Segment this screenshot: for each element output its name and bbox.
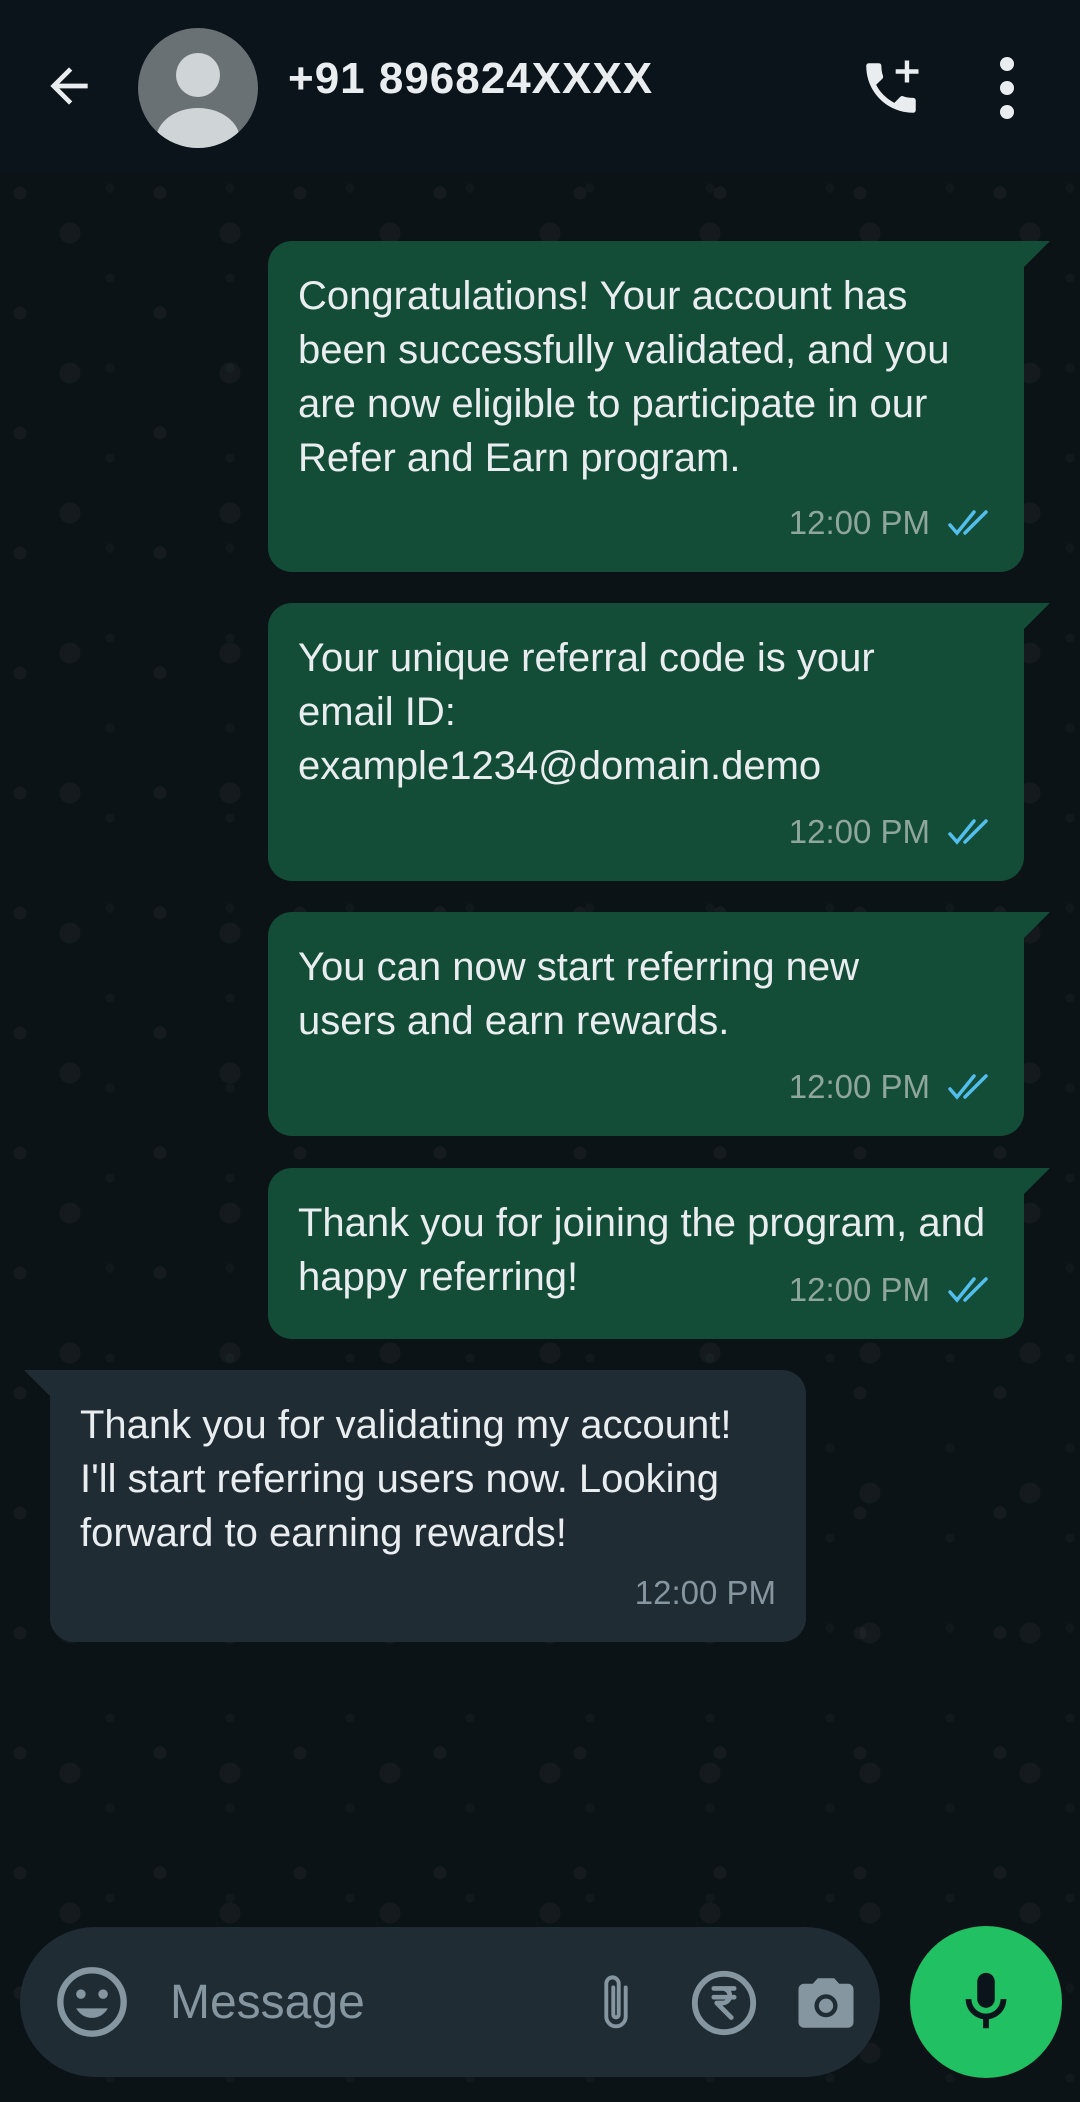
attach-button[interactable]	[580, 1967, 652, 2039]
double-check-icon	[948, 1277, 988, 1303]
message-meta: 12:00 PM	[789, 1263, 994, 1317]
message-text: Your unique referral code is your email …	[298, 636, 886, 788]
outgoing-message[interactable]: Thank you for joining the program, and h…	[268, 1168, 1050, 1339]
paperclip-icon	[604, 1975, 628, 2029]
message-meta: 12:00 PM	[635, 1566, 776, 1620]
add-call-button[interactable]	[855, 52, 927, 124]
message-time: 12:00 PM	[788, 1271, 930, 1308]
message-meta: 12:00 PM	[789, 805, 994, 859]
microphone-icon	[965, 1972, 1007, 2029]
incoming-message[interactable]: Thank you for validating my account! I'l…	[24, 1370, 806, 1642]
message-text: You can now start referring new users an…	[298, 945, 871, 1043]
camera-button[interactable]	[788, 1965, 864, 2041]
bubble-tail	[1024, 912, 1050, 938]
add-call-icon	[866, 60, 919, 113]
chat-header: +91 896824XXXX	[0, 0, 1080, 173]
back-button[interactable]	[38, 55, 100, 117]
payment-button[interactable]	[686, 1965, 762, 2041]
outgoing-message[interactable]: Congratulations! Your account has been s…	[268, 241, 1050, 572]
more-options-button[interactable]	[985, 52, 1029, 124]
double-check-icon	[948, 1074, 988, 1100]
more-vertical-icon	[1000, 57, 1014, 119]
message-time: 12:00 PM	[788, 1068, 930, 1105]
emoji-button[interactable]	[54, 1964, 130, 2040]
outgoing-message[interactable]: Your unique referral code is your email …	[268, 603, 1050, 881]
default-avatar-icon	[156, 53, 240, 148]
arrow-left-icon	[50, 67, 88, 105]
outgoing-message[interactable]: You can now start referring new users an…	[268, 912, 1050, 1136]
message-time: 12:00 PM	[634, 1574, 776, 1611]
bubble-tail	[1024, 603, 1050, 629]
message-text: Congratulations! Your account has been s…	[298, 274, 961, 480]
voice-record-button[interactable]	[910, 1926, 1062, 2078]
message-input[interactable]	[170, 1967, 570, 2037]
double-check-icon	[948, 819, 988, 845]
chat-area[interactable]: Congratulations! Your account has been s…	[0, 173, 1080, 2102]
message-time: 12:00 PM	[788, 813, 930, 850]
message-text: Thank you for validating my account! I'l…	[80, 1403, 743, 1555]
message-meta: 12:00 PM	[789, 496, 994, 550]
message-time: 12:00 PM	[788, 504, 930, 541]
rupee-icon	[691, 1970, 757, 2036]
message-meta: 12:00 PM	[789, 1060, 994, 1114]
bubble-tail	[1024, 1168, 1050, 1194]
bubble-tail	[24, 1370, 50, 1396]
bubble-tail	[1024, 241, 1050, 267]
contact-name[interactable]: +91 896824XXXX	[288, 54, 653, 104]
double-check-icon	[948, 510, 988, 536]
message-composer	[20, 1927, 880, 2077]
emoji-icon	[57, 1967, 127, 2037]
avatar[interactable]	[138, 28, 258, 148]
camera-icon	[798, 1978, 854, 2028]
